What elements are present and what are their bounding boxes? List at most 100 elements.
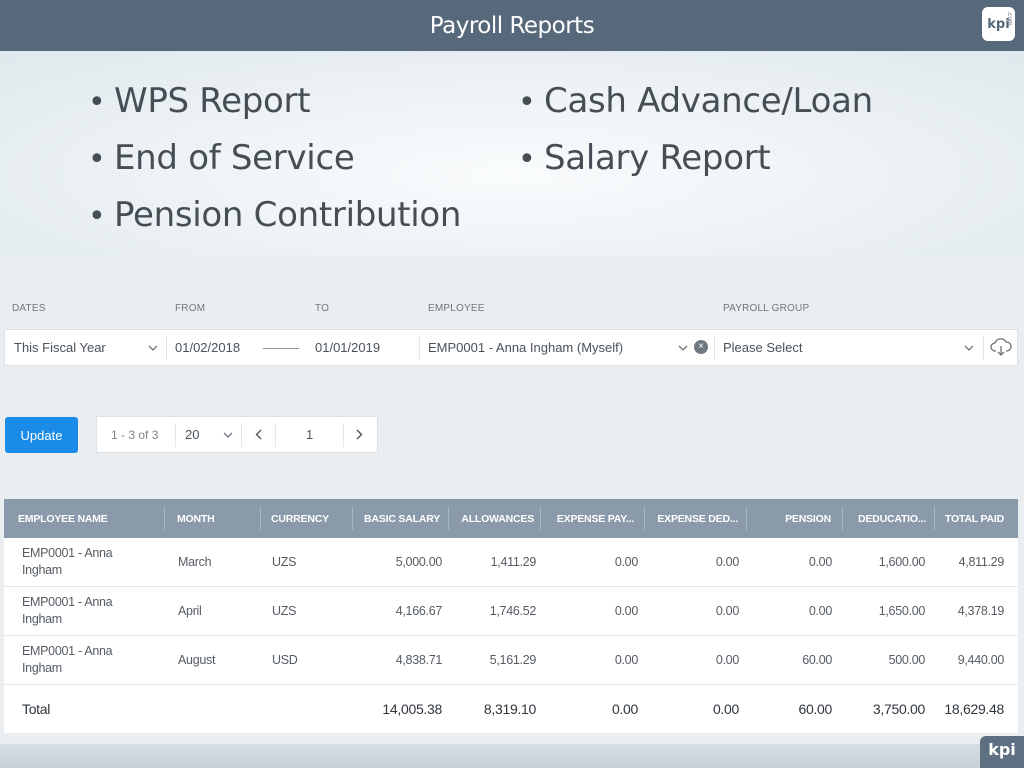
cell-pension: 0.00	[808, 555, 832, 569]
to-date-value: 01/01/2019	[315, 340, 381, 355]
bullet-text: Cash Advance/Loan	[544, 81, 873, 121]
cell-deductions: 1,650.00	[878, 604, 926, 618]
divider	[714, 336, 715, 360]
column-header[interactable]: EXPENSE DED...	[648, 499, 738, 538]
employee-value: EMP0001 - Anna Ingham (Myself)	[428, 340, 624, 355]
bullet-item: • WPS Report	[88, 81, 311, 121]
employee-label: EMPLOYEE	[428, 303, 485, 314]
chevron-left-icon[interactable]	[255, 417, 262, 452]
table-row[interactable]: EMP0001 - Anna Ingham August USD 4,838.7…	[4, 636, 1018, 685]
bullet-dot: •	[88, 85, 106, 120]
column-header[interactable]: CURRENCY	[271, 499, 329, 538]
cell-basic-salary: 4,166.67	[395, 604, 443, 618]
clear-icon[interactable]: ×	[694, 340, 708, 354]
update-button[interactable]: Update	[5, 417, 78, 453]
chevron-down-icon[interactable]	[223, 417, 233, 452]
employee-select[interactable]: EMP0001 - Anna Ingham (Myself)	[428, 330, 678, 365]
cell-basic-salary: 5,000.00	[395, 555, 443, 569]
total-allowances: 8,319.10	[483, 701, 536, 717]
total-deductions: 3,750.00	[872, 701, 925, 717]
dates-label: DATES	[12, 303, 46, 314]
cell-total-paid: 4,378.19	[957, 604, 1005, 618]
chevron-right-icon[interactable]	[356, 417, 363, 452]
corner-logo: kpi	[980, 736, 1024, 768]
cell-total-paid: 9,440.00	[957, 653, 1005, 667]
bullet-dot: •	[518, 142, 536, 177]
table-row[interactable]: EMP0001 - Anna Ingham April UZS 4,166.67…	[4, 587, 1018, 636]
cell-pension: 0.00	[808, 604, 832, 618]
column-header[interactable]: EMPLOYEE NAME	[18, 499, 108, 538]
bullet-area: • WPS Report • End of Service • Pension Con…	[0, 51, 1024, 257]
cell-expense-ded: 0.00	[715, 604, 739, 618]
divider	[166, 336, 167, 360]
to-date-field[interactable]: 01/01/2019	[315, 330, 410, 365]
page-size-select[interactable]: 20	[185, 417, 199, 452]
divider	[644, 507, 645, 530]
cell-deductions: 1,600.00	[878, 555, 926, 569]
cell-allowances: 1,411.29	[490, 555, 537, 569]
chevron-down-icon[interactable]	[678, 330, 688, 365]
total-paid: 18,629.48	[944, 701, 1004, 717]
cell-employee-name: EMP0001 - Anna Ingham	[22, 595, 113, 626]
cell-expense-pay: 0.00	[614, 653, 638, 667]
cloud-download-icon[interactable]	[990, 337, 1012, 362]
column-header[interactable]: PENSION	[750, 499, 831, 538]
column-header[interactable]: BASIC SALARY	[356, 499, 440, 538]
to-label: TO	[315, 303, 330, 314]
divider	[260, 507, 261, 530]
cell-currency: UZS	[272, 604, 297, 618]
cell-expense-pay: 0.00	[614, 604, 638, 618]
divider	[419, 336, 420, 360]
column-header[interactable]: MONTH	[177, 499, 215, 538]
total-expense-pay: 0.00	[611, 701, 638, 717]
divider	[540, 507, 541, 530]
totals-row: Total 14,005.38 8,319.10 0.00 0.00 60.00…	[4, 685, 1018, 733]
divider	[175, 423, 176, 447]
bottom-strip	[0, 744, 1024, 768]
bullet-text: WPS Report	[114, 81, 311, 121]
payroll-group-select[interactable]: Please Select	[723, 330, 963, 365]
bullet-item: • Pension Contribution	[88, 195, 461, 235]
table-row[interactable]: EMP0001 - Anna Ingham March UZS 5,000.00…	[4, 538, 1018, 587]
cell-basic-salary: 4,838.71	[395, 653, 443, 667]
from-label: FROM	[175, 303, 206, 314]
cell-allowances: 1,746.52	[489, 604, 537, 618]
divider	[934, 507, 935, 530]
page-number: 1	[306, 427, 314, 442]
divider	[746, 507, 747, 530]
column-header[interactable]: TOTAL PAID	[938, 499, 1004, 538]
bullet-dot: •	[88, 199, 106, 234]
filter-bar: This Fiscal Year 01/02/2018 01/01/2019 E…	[4, 329, 1018, 366]
payroll-table: EMPLOYEE NAME MONTH CURRENCY BASIC SALAR…	[4, 499, 1018, 733]
from-date-value: 01/02/2018	[175, 340, 241, 355]
total-expense-ded: 0.00	[712, 701, 739, 717]
bullet-text: End of Service	[114, 138, 355, 178]
cell-expense-ded: 0.00	[715, 653, 739, 667]
payroll-group-placeholder: Please Select	[723, 340, 803, 355]
dates-select[interactable]: This Fiscal Year	[14, 330, 164, 365]
divider	[241, 423, 242, 447]
bullet-item: • Cash Advance/Loan	[518, 81, 873, 121]
totals-label: Total	[22, 701, 51, 717]
column-header[interactable]: DEDUCATIO...	[846, 499, 926, 538]
title-bar: Payroll Reports kpi .com	[0, 0, 1024, 51]
from-date-field[interactable]: 01/02/2018	[175, 330, 260, 365]
bullet-item: • End of Service	[88, 138, 355, 178]
divider	[275, 423, 276, 447]
bullet-text: Salary Report	[544, 138, 771, 178]
page-size-value: 20	[185, 427, 200, 442]
total-basic-salary: 14,005.38	[382, 701, 442, 717]
page-number-input[interactable]: 1	[306, 417, 313, 452]
column-header[interactable]: ALLOWANCES	[452, 499, 534, 538]
cell-currency: USD	[272, 653, 298, 667]
corner-logo-text: kpi	[988, 740, 1016, 759]
column-header[interactable]: EXPENSE PAY...	[544, 499, 634, 538]
pagination: 1 - 3 of 3 20 1	[96, 416, 378, 453]
cell-employee-name: EMP0001 - Anna Ingham	[22, 644, 113, 675]
cell-month: April	[178, 604, 202, 618]
cell-deductions: 500.00	[888, 653, 926, 667]
divider	[842, 507, 843, 530]
chevron-down-icon[interactable]	[964, 330, 974, 365]
cell-expense-ded: 0.00	[715, 555, 739, 569]
chevron-down-icon[interactable]	[148, 330, 158, 365]
